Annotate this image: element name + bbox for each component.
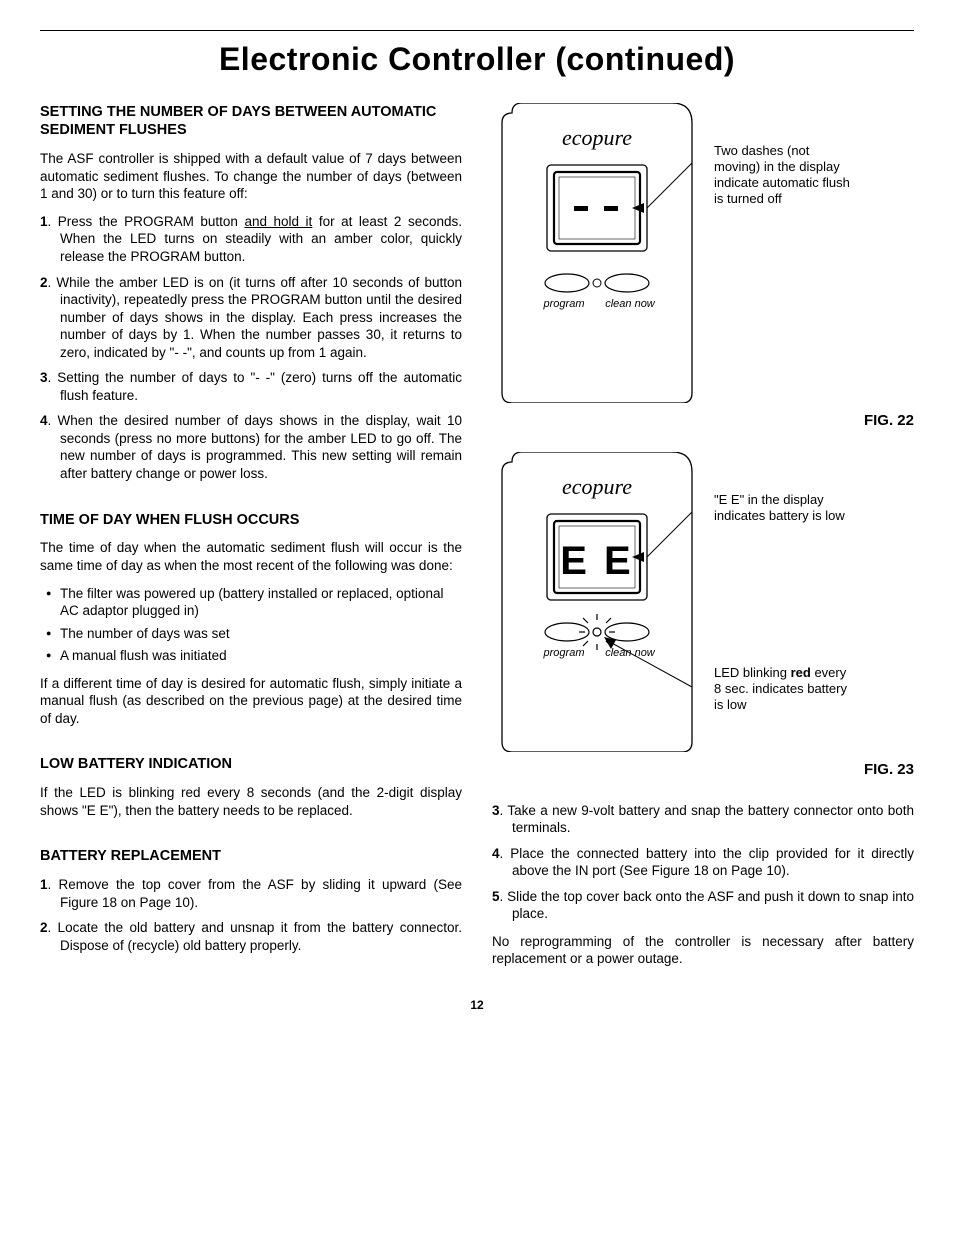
heading-setting-days: SETTING THE NUMBER OF DAYS BETWEEN AUTOM…: [40, 103, 462, 141]
para-setting-intro: The ASF controller is shipped with a def…: [40, 150, 462, 203]
right-column: ecopure program clean now Two dashes (no…: [492, 103, 914, 978]
two-column-layout: SETTING THE NUMBER OF DAYS BETWEEN AUTOM…: [40, 103, 914, 978]
brand-label: ecopure: [562, 125, 632, 150]
heading-time-of-day: TIME OF DAY WHEN FLUSH OCCURS: [40, 511, 462, 530]
heading-low-battery: LOW BATTERY INDICATION: [40, 755, 462, 774]
top-rule: [40, 30, 914, 31]
figure-23-illustration: ecopure E E: [492, 452, 702, 752]
page-title: Electronic Controller (continued): [40, 39, 914, 81]
bullet-powered-up: The filter was powered up (battery insta…: [40, 585, 462, 620]
figure-23-callout-display: "E E" in the display indicates battery i…: [714, 492, 854, 525]
rep-step-2: 2. Locate the old battery and unsnap it …: [40, 919, 462, 954]
left-column: SETTING THE NUMBER OF DAYS BETWEEN AUTOM…: [40, 103, 462, 965]
bullet-days-set: The number of days was set: [40, 625, 462, 643]
program-button-label: program: [543, 298, 585, 310]
figure-22-callout: Two dashes (not moving) in the display i…: [714, 143, 854, 208]
list-setting-steps: 1. Press the PROGRAM button and hold it …: [40, 213, 462, 483]
heading-battery-replacement: BATTERY REPLACEMENT: [40, 847, 462, 866]
para-time-intro: The time of day when the automatic sedim…: [40, 539, 462, 574]
program-button-label: program: [543, 647, 585, 659]
step-4: 4. When the desired number of days shows…: [40, 412, 462, 482]
para-low-battery: If the LED is blinking red every 8 secon…: [40, 784, 462, 819]
figure-23-block: ecopure E E: [492, 452, 914, 752]
rep-step-1: 1. Remove the top cover from the ASF by …: [40, 876, 462, 911]
para-no-reprogramming: No reprogramming of the controller is ne…: [492, 933, 914, 968]
step-3: 3. Setting the number of days to "- -" (…: [40, 369, 462, 404]
figure-23-callout-led: LED blinking red every 8 sec. indicates …: [714, 665, 854, 714]
bullet-manual-flush: A manual flush was initiated: [40, 647, 462, 665]
para-time-note: If a different time of day is desired fo…: [40, 675, 462, 728]
list-time-conditions: The filter was powered up (battery insta…: [40, 585, 462, 665]
brand-label: ecopure: [562, 474, 632, 499]
figure-22-illustration: ecopure program clean now: [492, 103, 702, 403]
rep-step-3: 3. Take a new 9-volt battery and snap th…: [492, 802, 914, 837]
rep-step-4: 4. Place the connected battery into the …: [492, 845, 914, 880]
step-1: 1. Press the PROGRAM button and hold it …: [40, 213, 462, 266]
page-number: 12: [40, 998, 914, 1014]
list-replacement-steps-left: 1. Remove the top cover from the ASF by …: [40, 876, 462, 954]
list-replacement-steps-right: 3. Take a new 9-volt battery and snap th…: [492, 802, 914, 923]
step-2: 2. While the amber LED is on (it turns o…: [40, 274, 462, 362]
rep-step-5: 5. Slide the top cover back onto the ASF…: [492, 888, 914, 923]
figure-23-label: FIG. 23: [492, 760, 914, 780]
figure-22-label: FIG. 22: [492, 411, 914, 431]
display-value: E E: [560, 539, 633, 583]
figure-22-block: ecopure program clean now Two dashes (no…: [492, 103, 914, 403]
clean-now-button-label: clean now: [605, 298, 656, 310]
